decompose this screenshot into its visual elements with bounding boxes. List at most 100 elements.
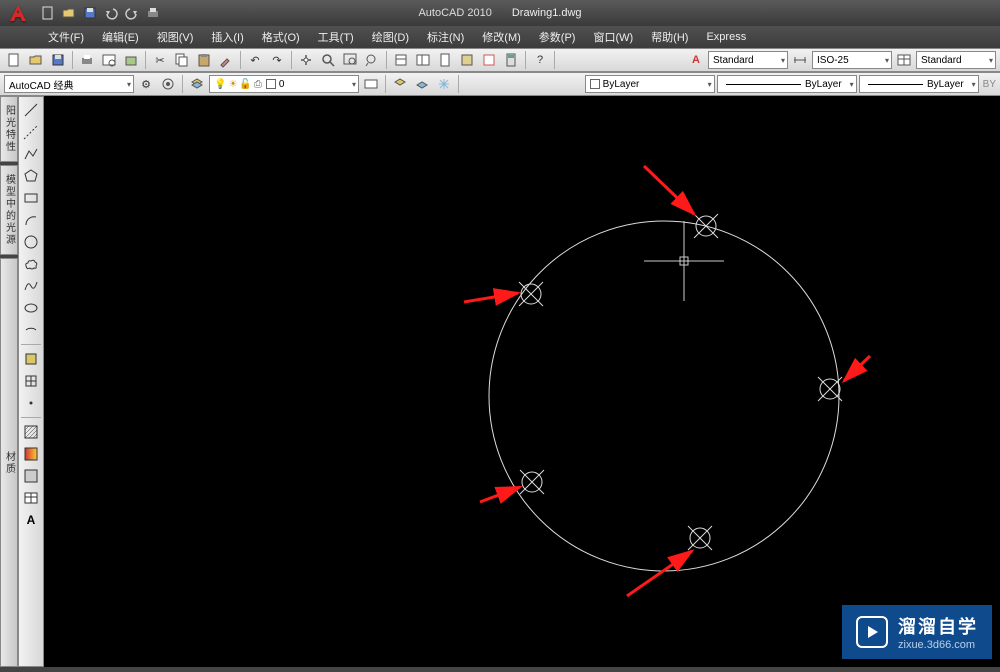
pan-button[interactable]: [296, 50, 316, 70]
design-center-button[interactable]: [413, 50, 433, 70]
file-name: Drawing1.dwg: [512, 7, 582, 19]
lineweight-dropdown[interactable]: ByLayer: [859, 75, 979, 93]
publish-button[interactable]: [121, 50, 141, 70]
layer-states-icon[interactable]: [361, 74, 381, 94]
revision-cloud-tool[interactable]: [21, 254, 41, 274]
insert-block-tool[interactable]: [21, 349, 41, 369]
mtext-tool[interactable]: A: [21, 510, 41, 530]
copy-button[interactable]: [172, 50, 192, 70]
circle-tool[interactable]: [21, 232, 41, 252]
quick-access-toolbar: [39, 4, 162, 22]
markup-button[interactable]: [479, 50, 499, 70]
zoom-previous-button[interactable]: [362, 50, 382, 70]
layer-name: 0: [279, 79, 285, 90]
cut-button[interactable]: ✂: [150, 50, 170, 70]
save-icon[interactable]: [81, 4, 99, 22]
menu-draw[interactable]: 绘图(D): [364, 27, 417, 47]
layer-manager-icon[interactable]: [187, 74, 207, 94]
rectangle-tool[interactable]: [21, 188, 41, 208]
arc-tool[interactable]: [21, 210, 41, 230]
text-style-dropdown[interactable]: Standard: [708, 51, 788, 69]
construction-line-tool[interactable]: [21, 122, 41, 142]
match-properties-button[interactable]: [216, 50, 236, 70]
menu-format[interactable]: 格式(O): [254, 27, 308, 47]
app-logo[interactable]: [3, 0, 33, 26]
workspace-dropdown[interactable]: AutoCAD 经典: [4, 75, 134, 93]
separator: [21, 344, 41, 345]
menu-view[interactable]: 视图(V): [149, 27, 202, 47]
help-button[interactable]: ?: [530, 50, 550, 70]
plot-preview-button[interactable]: [99, 50, 119, 70]
polyline-tool[interactable]: [21, 144, 41, 164]
open-icon[interactable]: [60, 4, 78, 22]
divide-node-1: [694, 214, 718, 238]
menu-help[interactable]: 帮助(H): [643, 27, 696, 47]
linetype-dropdown[interactable]: ByLayer: [717, 75, 857, 93]
drawn-circle: [489, 221, 839, 571]
hatch-tool[interactable]: [21, 422, 41, 442]
region-tool[interactable]: [21, 466, 41, 486]
menu-modify[interactable]: 修改(M): [474, 27, 529, 47]
new-button[interactable]: [4, 50, 24, 70]
menu-express[interactable]: Express: [698, 29, 754, 45]
drawing-canvas[interactable]: 溜溜自学 zixue.3d66.com: [44, 96, 1000, 667]
crosshair-cursor: [644, 221, 724, 301]
open-button[interactable]: [26, 50, 46, 70]
save-button[interactable]: [48, 50, 68, 70]
undo-icon[interactable]: [102, 4, 120, 22]
ellipse-tool[interactable]: [21, 298, 41, 318]
print-icon[interactable]: [144, 4, 162, 22]
table-tool[interactable]: [21, 488, 41, 508]
zoom-window-button[interactable]: [340, 50, 360, 70]
layer-iso-icon[interactable]: [412, 74, 432, 94]
app-name: AutoCAD 2010: [418, 7, 491, 19]
text-style-icon[interactable]: A: [686, 50, 706, 70]
layer-dropdown[interactable]: 💡 ☀ 🔓 ⎙ 0: [209, 75, 359, 93]
redo-button[interactable]: ↷: [267, 50, 287, 70]
side-tab-sun-properties[interactable]: 阳光特性: [0, 96, 18, 162]
dim-style-icon[interactable]: [790, 50, 810, 70]
menu-file[interactable]: 文件(F): [40, 27, 92, 47]
quickcalc-button[interactable]: [501, 50, 521, 70]
ellipse-arc-tool[interactable]: [21, 320, 41, 340]
divide-node-3: [688, 526, 712, 550]
side-tab-materials[interactable]: 材质: [0, 258, 18, 667]
menu-param[interactable]: 参数(P): [531, 27, 584, 47]
workspace-settings-icon[interactable]: ⚙: [136, 74, 156, 94]
separator: [554, 51, 555, 69]
table-style-icon[interactable]: [894, 50, 914, 70]
divide-node-5: [519, 282, 543, 306]
annotation-arrow: [480, 487, 520, 502]
sheet-set-button[interactable]: [457, 50, 477, 70]
linetype-preview: [726, 84, 801, 85]
spline-tool[interactable]: [21, 276, 41, 296]
layer-previous-icon[interactable]: [390, 74, 410, 94]
new-icon[interactable]: [39, 4, 57, 22]
menu-insert[interactable]: 插入(I): [203, 27, 251, 47]
tool-palettes-button[interactable]: [435, 50, 455, 70]
redo-icon[interactable]: [123, 4, 141, 22]
point-tool[interactable]: [21, 393, 41, 413]
color-dropdown[interactable]: ByLayer: [585, 75, 715, 93]
side-tab-lights-in-model[interactable]: 模型中的光源: [0, 165, 18, 255]
menu-window[interactable]: 窗口(W): [585, 27, 641, 47]
line-tool[interactable]: [21, 100, 41, 120]
undo-button[interactable]: ↶: [245, 50, 265, 70]
table-style-dropdown[interactable]: Standard: [916, 51, 996, 69]
menu-tools[interactable]: 工具(T): [310, 27, 362, 47]
paste-button[interactable]: [194, 50, 214, 70]
gradient-tool[interactable]: [21, 444, 41, 464]
plot-button[interactable]: [77, 50, 97, 70]
workspace-save-icon[interactable]: [158, 74, 178, 94]
properties-button[interactable]: [391, 50, 411, 70]
make-block-tool[interactable]: [21, 371, 41, 391]
menu-dimension[interactable]: 标注(N): [419, 27, 472, 47]
menu-edit[interactable]: 编辑(E): [94, 27, 147, 47]
layer-plot-icon: ⎙: [254, 79, 262, 90]
layer-freeze-icon[interactable]: [434, 74, 454, 94]
zoom-realtime-button[interactable]: [318, 50, 338, 70]
dim-style-dropdown[interactable]: ISO-25: [812, 51, 892, 69]
watermark-title: 溜溜自学: [898, 613, 978, 639]
polygon-tool[interactable]: [21, 166, 41, 186]
main-area: 阳光特性 模型中的光源 材质 A: [0, 96, 1000, 667]
